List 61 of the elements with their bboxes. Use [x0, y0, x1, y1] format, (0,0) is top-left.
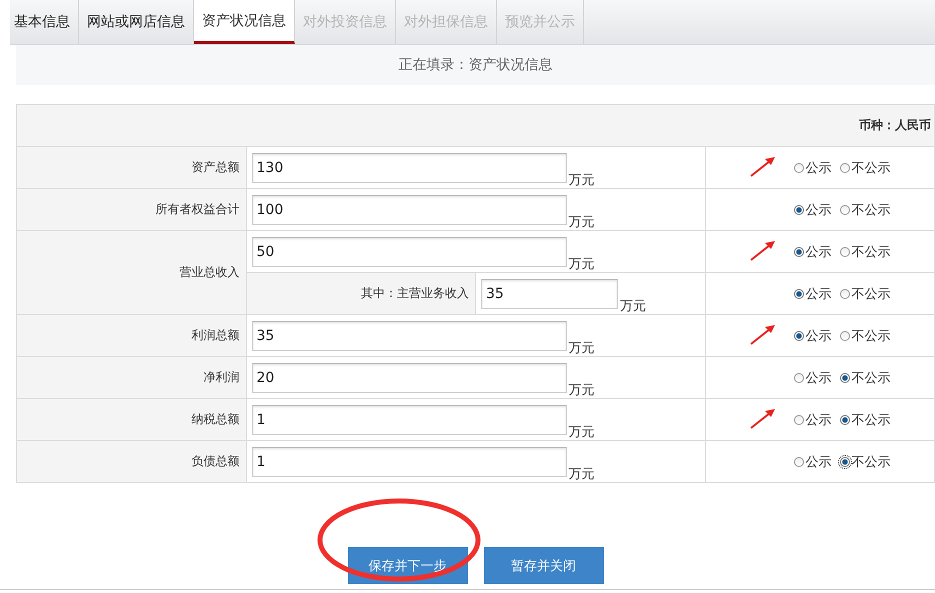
radio-button[interactable]: [794, 162, 804, 172]
input-field[interactable]: 35: [481, 278, 618, 308]
action-button[interactable]: 暂存并关闭: [484, 547, 604, 584]
status-text: 正在填录：资产状况信息: [398, 56, 552, 74]
input-field[interactable]: 100: [252, 194, 566, 224]
radio-option[interactable]: 不公示: [840, 158, 890, 176]
radio-option[interactable]: 公示: [794, 200, 832, 218]
unit-label: 万元: [568, 340, 594, 356]
radio-button[interactable]: [840, 330, 850, 340]
radio-option[interactable]: 不公示: [840, 200, 890, 218]
radio-button[interactable]: [794, 372, 804, 382]
radio-option[interactable]: 公示: [794, 242, 832, 260]
input-field[interactable]: 35: [252, 320, 566, 350]
input-field[interactable]: 20: [252, 362, 566, 392]
input-field[interactable]: 130: [252, 152, 566, 182]
unit-label: 万元: [568, 466, 594, 482]
radio-option[interactable]: 不公示: [840, 284, 890, 302]
unit-label: 万元: [568, 214, 594, 230]
input-field[interactable]: 1: [252, 446, 566, 476]
radio-option[interactable]: 公示: [794, 158, 832, 176]
row-label: 其中：主营业务收入: [246, 272, 476, 314]
radio-button[interactable]: [840, 288, 850, 298]
radio-button[interactable]: [794, 288, 804, 298]
input-field[interactable]: 1: [252, 404, 566, 434]
radio-button[interactable]: [840, 414, 850, 424]
unit-label: 万元: [620, 298, 646, 314]
radio-button[interactable]: [840, 204, 850, 214]
row-label: 营业总收入: [16, 230, 246, 314]
radio-option[interactable]: 公示: [794, 368, 832, 386]
radio-option[interactable]: 不公示: [840, 452, 890, 470]
row-label: 净利润: [16, 356, 246, 398]
input-field[interactable]: 50: [252, 236, 566, 266]
currency-label: 币种：人民币: [16, 104, 934, 146]
radio-option[interactable]: 不公示: [840, 410, 890, 428]
unit-label: 万元: [568, 256, 594, 272]
radio-option[interactable]: 公示: [794, 452, 832, 470]
radio-option[interactable]: 公示: [794, 410, 832, 428]
row-label: 纳税总额: [16, 398, 246, 440]
row-label: 所有者权益合计: [16, 188, 246, 230]
row-label: 负债总额: [16, 440, 246, 482]
row-label: 资产总额: [16, 146, 246, 188]
tab[interactable]: 基本信息: [10, 0, 79, 44]
radio-button[interactable]: [840, 456, 850, 466]
radio-option[interactable]: 不公示: [840, 368, 890, 386]
radio-button[interactable]: [794, 414, 804, 424]
row-label: 利润总额: [16, 314, 246, 356]
unit-label: 万元: [568, 424, 594, 440]
radio-option[interactable]: 公示: [794, 284, 832, 302]
radio-button[interactable]: [794, 204, 804, 214]
unit-label: 万元: [568, 382, 594, 398]
radio-button[interactable]: [840, 372, 850, 382]
radio-button[interactable]: [794, 330, 804, 340]
radio-button[interactable]: [840, 162, 850, 172]
radio-option[interactable]: 不公示: [840, 326, 890, 344]
tab[interactable]: 资产状况信息: [194, 0, 295, 44]
unit-label: 万元: [568, 172, 594, 188]
radio-option[interactable]: 公示: [794, 326, 832, 344]
radio-button[interactable]: [794, 456, 804, 466]
radio-option[interactable]: 不公示: [840, 242, 890, 260]
radio-button[interactable]: [840, 246, 850, 256]
radio-button[interactable]: [794, 246, 804, 256]
